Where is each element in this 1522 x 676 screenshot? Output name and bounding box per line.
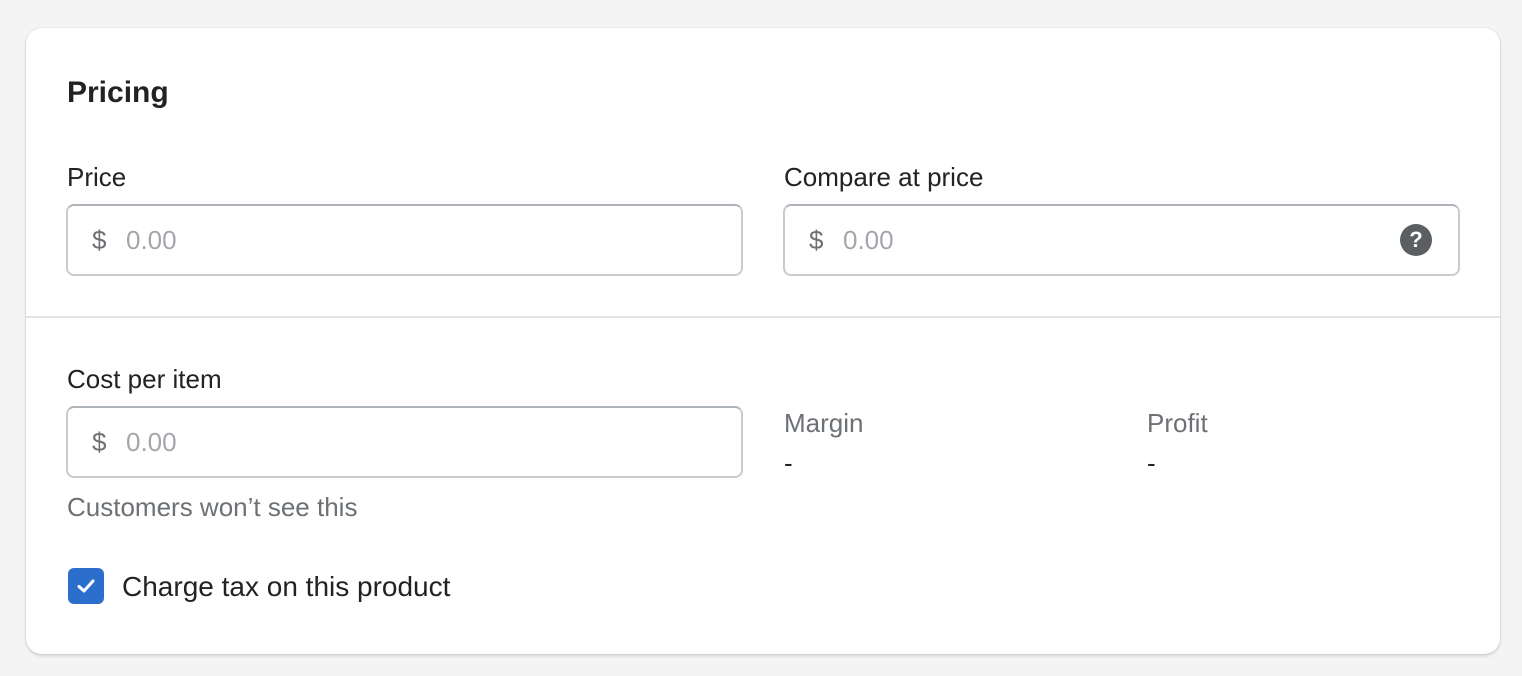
compare-at-price-field[interactable]: $ ? [783, 204, 1460, 276]
profit-value: - [1147, 448, 1156, 478]
cost-per-item-label: Cost per item [67, 364, 222, 394]
margin-value: - [784, 448, 793, 478]
margin-label: Margin [784, 408, 864, 438]
compare-at-price-label: Compare at price [784, 162, 984, 192]
price-label: Price [67, 162, 127, 192]
section-divider [26, 316, 1500, 318]
profit-label: Profit [1147, 408, 1208, 438]
price-input[interactable] [126, 206, 741, 274]
checkmark-icon [77, 579, 95, 593]
price-currency: $ [92, 224, 107, 255]
cost-per-item-field[interactable]: $ [66, 406, 743, 478]
section-title: Pricing [67, 76, 169, 109]
charge-tax-label[interactable]: Charge tax on this product [122, 571, 450, 603]
cost-per-item-input[interactable] [126, 408, 741, 476]
compare-at-price-input[interactable] [843, 206, 1400, 274]
pricing-card: Pricing Price $ Compare at price $ ? Cos… [26, 28, 1500, 654]
compare-at-price-currency: $ [809, 224, 824, 255]
price-field[interactable]: $ [66, 204, 743, 276]
cost-help-text: Customers won’t see this [67, 492, 358, 522]
question-circle-icon[interactable]: ? [1400, 224, 1432, 256]
cost-per-item-currency: $ [92, 426, 107, 457]
charge-tax-checkbox[interactable] [68, 568, 104, 604]
